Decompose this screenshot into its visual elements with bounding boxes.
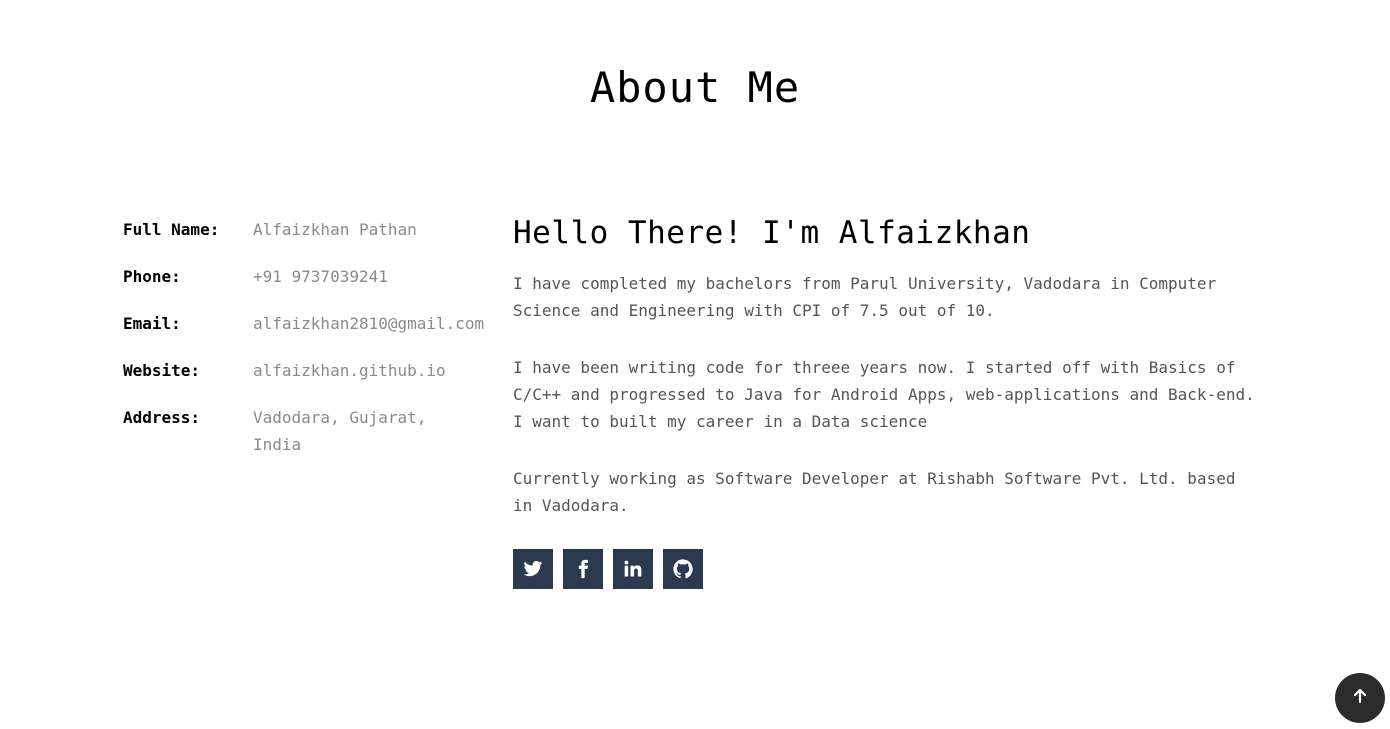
bio-paragraph-current-job: Currently working as Software Developer … (513, 469, 1236, 515)
personal-info-list: Full Name: Alfaizkhan Pathan Phone: +91 … (123, 216, 498, 478)
info-value-website: alfaizkhan.github.io (253, 361, 446, 380)
info-value-full-name: Alfaizkhan Pathan (253, 220, 417, 239)
info-label: Email: (123, 314, 181, 333)
info-value-email: alfaizkhan2810@gmail.com (253, 314, 485, 333)
info-row-phone: Phone: +91 9737039241 (123, 263, 498, 290)
page-title: About Me (589, 63, 801, 112)
facebook-icon (573, 559, 593, 579)
info-row-website: Website: alfaizkhan.github.io (123, 357, 498, 384)
info-label: Full Name: (123, 220, 220, 239)
github-icon (672, 558, 694, 580)
info-value-phone: +91 9737039241 (253, 267, 388, 286)
info-label: Website: (123, 361, 201, 380)
linkedin-button[interactable] (613, 549, 653, 589)
bio-section: Hello There! I'm Alfaizkhan I have compl… (513, 212, 1263, 589)
social-links (513, 549, 1263, 589)
twitter-button[interactable] (513, 549, 553, 589)
arrow-up-icon (1352, 688, 1368, 708)
bio-paragraph-education: I have completed my bachelors from Parul… (513, 274, 1217, 320)
info-label: Address: (123, 408, 201, 427)
info-row-full-name: Full Name: Alfaizkhan Pathan (123, 216, 498, 243)
linkedin-icon (623, 559, 643, 579)
github-button[interactable] (663, 549, 703, 589)
bio-paragraph-experience: I have been writing code for threee year… (513, 358, 1255, 431)
back-to-top-button[interactable] (1335, 673, 1385, 723)
info-row-address: Address: Vadodara, Gujarat, India (123, 404, 498, 458)
facebook-button[interactable] (563, 549, 603, 589)
info-value-address: Vadodara, Gujarat, India (253, 408, 427, 454)
info-label: Phone: (123, 267, 181, 286)
bio-heading: Hello There! I'm Alfaizkhan (513, 215, 1031, 251)
twitter-icon (523, 559, 543, 579)
info-row-email: Email: alfaizkhan2810@gmail.com (123, 310, 498, 337)
